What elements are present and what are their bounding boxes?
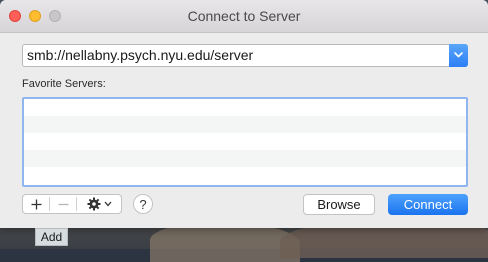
favorites-toolbar xyxy=(22,194,122,214)
list-row[interactable] xyxy=(24,150,466,167)
minus-icon xyxy=(58,203,68,205)
recent-servers-dropdown-button[interactable] xyxy=(449,44,468,67)
remove-favorite-button[interactable] xyxy=(50,195,76,213)
plus-icon xyxy=(31,199,41,209)
favorite-servers-list[interactable] xyxy=(22,97,468,187)
title-bar[interactable]: Connect to Server xyxy=(0,0,488,33)
list-row[interactable] xyxy=(24,116,466,133)
favorite-servers-label: Favorite Servers: xyxy=(22,78,106,90)
add-tooltip: Add xyxy=(35,228,68,246)
desktop-rock xyxy=(150,222,300,262)
list-row[interactable] xyxy=(24,167,466,184)
list-row[interactable] xyxy=(24,99,466,116)
help-button[interactable]: ? xyxy=(133,194,153,214)
connect-to-server-window: Connect to Server smb://nellabny.psych.n… xyxy=(0,0,488,228)
server-address-field[interactable]: smb://nellabny.psych.nyu.edu/server xyxy=(22,44,468,67)
server-address-value[interactable]: smb://nellabny.psych.nyu.edu/server xyxy=(27,47,253,63)
connect-button[interactable]: Connect xyxy=(388,194,468,215)
browse-button[interactable]: Browse xyxy=(303,194,375,215)
chevron-down-icon xyxy=(104,201,111,207)
add-favorite-button[interactable] xyxy=(23,195,49,213)
chevron-down-icon xyxy=(454,52,463,58)
gear-icon xyxy=(87,197,100,211)
action-menu-button[interactable] xyxy=(77,195,121,213)
list-row[interactable] xyxy=(24,133,466,150)
window-title: Connect to Server xyxy=(187,8,301,24)
